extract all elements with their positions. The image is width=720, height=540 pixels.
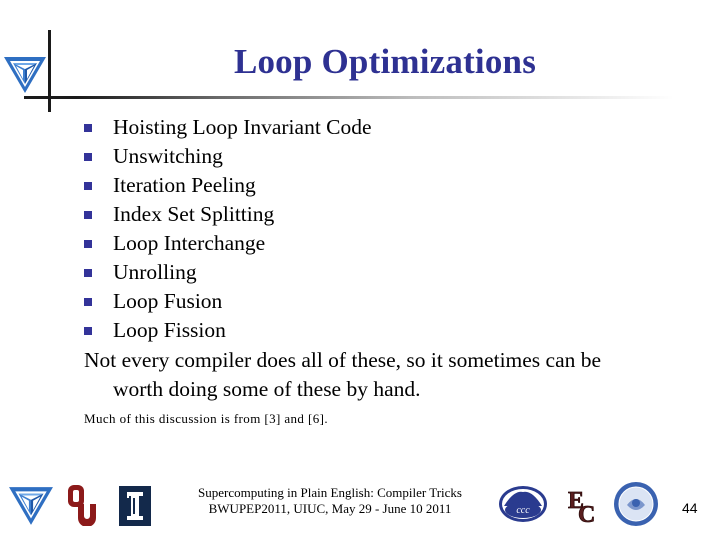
page-number: 44 xyxy=(682,500,698,516)
svg-text:C: C xyxy=(578,502,595,524)
square-bullet-icon xyxy=(84,269,92,277)
bullet-text: Hoisting Loop Invariant Code xyxy=(113,115,372,139)
square-bullet-icon xyxy=(84,153,92,161)
illinois-logo xyxy=(119,486,151,526)
note-line-1: Not every compiler does all of these, so… xyxy=(84,348,602,372)
square-bullet-icon xyxy=(84,182,92,190)
note-paragraph: Not every compiler does all of these, so… xyxy=(84,346,684,404)
bullet-text: Iteration Peeling xyxy=(113,173,256,197)
bullet-text: Loop Fission xyxy=(113,318,226,342)
footer-caption: Supercomputing in Plain English: Compile… xyxy=(170,485,490,517)
square-bullet-icon xyxy=(84,327,92,335)
footer-line-1: Supercomputing in Plain English: Compile… xyxy=(198,485,462,500)
slide-title: Loop Optimizations xyxy=(233,42,537,81)
square-bullet-icon xyxy=(84,124,92,132)
footer-line-2: BWUPEP2011, UIUC, May 29 - June 10 2011 xyxy=(208,501,452,516)
oscer-triangle-logo xyxy=(9,487,53,525)
square-bullet-icon xyxy=(84,240,92,248)
seal-logo xyxy=(614,482,658,526)
bullet-text: Unrolling xyxy=(113,260,197,284)
bullet-text: Index Set Splitting xyxy=(113,202,275,226)
bullet-text: Loop Interchange xyxy=(113,231,266,255)
square-bullet-icon xyxy=(84,298,92,306)
square-bullet-icon xyxy=(84,211,92,219)
bullet-text: Unswitching xyxy=(113,144,223,168)
note-line-2: worth doing some of these by hand. xyxy=(113,377,421,401)
ec-logo: E C xyxy=(568,488,596,524)
header-horizontal-rule xyxy=(24,96,674,99)
ou-logo xyxy=(68,485,96,526)
svg-text:ccc: ccc xyxy=(516,505,530,516)
ccc-logo: ccc xyxy=(499,486,547,522)
source-citation: Much of this discussion is from [3] and … xyxy=(84,411,328,426)
bullet-text: Loop Fusion xyxy=(113,289,223,313)
